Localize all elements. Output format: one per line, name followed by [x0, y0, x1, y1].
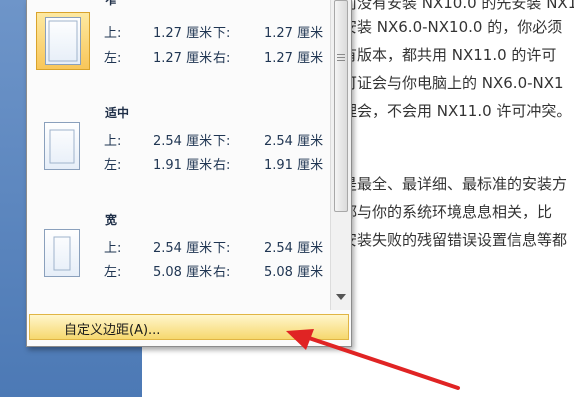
- red-arrow-icon: [286, 329, 460, 390]
